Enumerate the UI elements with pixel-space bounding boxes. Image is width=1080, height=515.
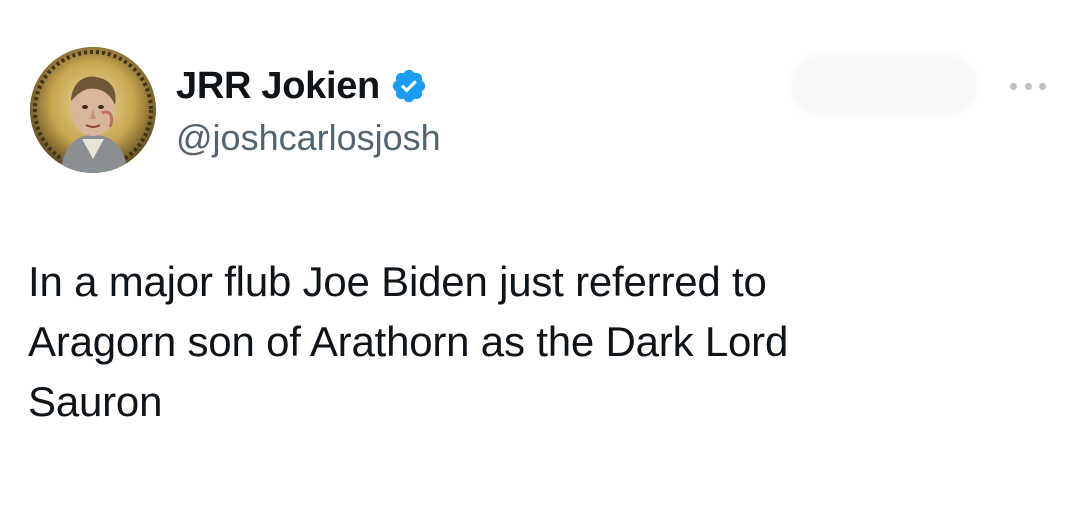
dot	[1039, 82, 1046, 90]
author-handle[interactable]: @joshcarlosjosh	[176, 116, 441, 160]
follow-button[interactable]	[790, 55, 978, 115]
author-name-row: JRR Jokien	[176, 64, 428, 108]
verified-badge-icon[interactable]	[390, 67, 428, 105]
tweet-text-line: In a major flub Joe Biden just referred …	[28, 258, 767, 305]
avatar[interactable]	[30, 47, 156, 173]
tweet-text: In a major flub Joe Biden just referred …	[28, 252, 1038, 432]
tweet-text-line: Aragorn son of Arathorn as the Dark Lord	[28, 318, 789, 365]
display-name[interactable]: JRR Jokien	[176, 64, 380, 108]
dot	[1024, 82, 1032, 90]
tweet-text-line: Sauron	[28, 378, 163, 425]
more-dots-icon[interactable]	[1004, 72, 1052, 100]
tweet-card: JRR Jokien @joshcarlosjosh In a major fl…	[0, 0, 1080, 515]
dot	[1010, 82, 1017, 90]
avatar-portrait-icon	[30, 47, 156, 173]
